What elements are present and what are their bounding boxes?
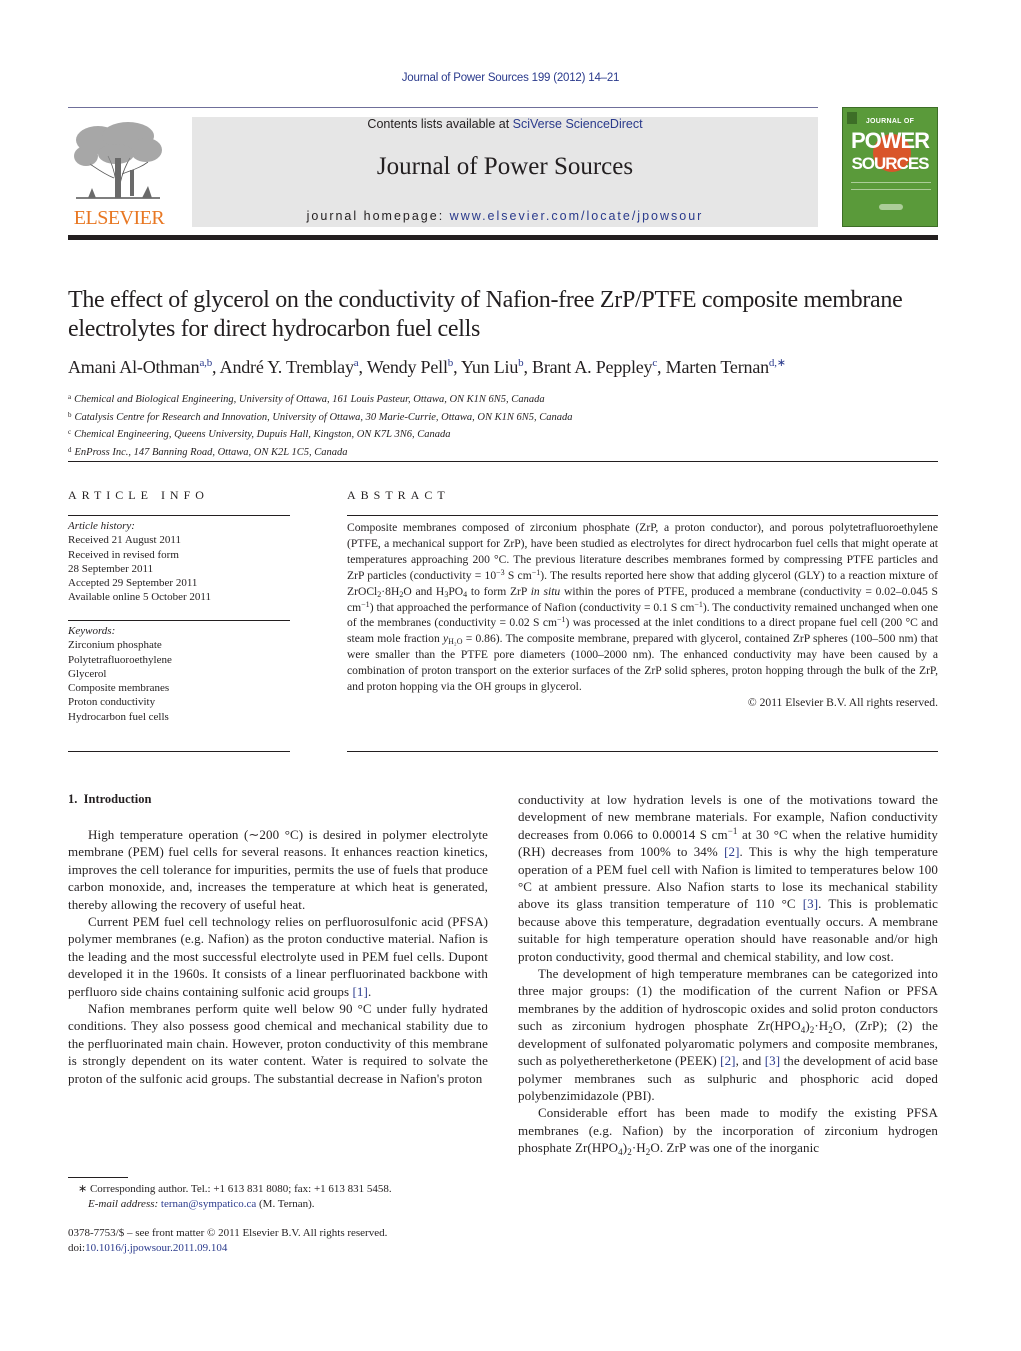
keyword: Glycerol — [68, 667, 107, 680]
article-title: The effect of glycerol on the conductivi… — [68, 287, 903, 342]
cover-line1: JOURNAL OF — [865, 118, 915, 125]
section-heading-introduction: 1. Introduction — [68, 792, 152, 806]
abstract-paragraph: Composite membranes composed of zirconiu… — [347, 521, 939, 694]
abstract-heading: ABSTRACT — [347, 488, 450, 502]
front-matter: 0378-7753/$ – see front matter © 2011 El… — [68, 1226, 508, 1256]
author-list: Amani Al-Othmana,b, André Y. Tremblaya, … — [68, 357, 786, 377]
body-paragraph: Current PEM fuel cell technology relies … — [68, 914, 488, 999]
footnote-rule — [68, 1177, 128, 1178]
journal-cover-thumbnail[interactable]: JOURNAL OF POWER SOURCES — [842, 107, 938, 227]
keyword: Hydrocarbon fuel cells — [68, 710, 169, 723]
journal-name: Journal of Power Sources — [376, 153, 634, 180]
keyword: Polytetrafluoroethylene — [68, 653, 172, 666]
affiliation: a Chemical and Biological Engineering, Un… — [68, 393, 545, 405]
keyword: Composite membranes — [68, 682, 170, 695]
author-name: André Y. Tremblay — [219, 357, 354, 377]
contents-line: Contents lists available at SciVerse Sci… — [192, 117, 818, 131]
footnote-star: ∗ — [78, 1183, 88, 1195]
cover-logo — [879, 204, 903, 210]
author-name: Amani Al-Othman — [68, 357, 200, 377]
author-name: Brant A. Peppley — [532, 357, 653, 377]
history-item: Received in revised form — [68, 548, 179, 561]
affiliation-mark[interactable]: b — [518, 357, 524, 369]
homepage-prefix: journal homepage: — [306, 209, 450, 223]
journal-masthead: Contents lists available at SciVerse Sci… — [192, 117, 818, 227]
elsevier-tree-icon — [74, 122, 162, 199]
affiliations: a Chemical and Biological Engineering, Un… — [68, 390, 938, 460]
affiliation-mark[interactable]: a — [354, 357, 359, 369]
footnote-email: E-mail address: ternan@sympatico.ca (M. … — [88, 1198, 315, 1210]
journal-homepage-link[interactable]: www.elsevier.com/locate/jpowsour — [450, 209, 704, 223]
doi-line: doi:10.1016/j.jpowsour.2011.09.104 — [68, 1242, 228, 1254]
body-paragraph: High temperature operation (∼200 °C) is … — [68, 827, 488, 912]
reference-link[interactable]: [2] — [720, 1053, 735, 1068]
reference-link[interactable]: [3] — [765, 1053, 780, 1068]
sciencedirect-link[interactable]: SciVerse ScienceDirect — [513, 117, 643, 131]
abstract-rule — [347, 515, 938, 516]
history-item: Accepted 29 September 2011 — [68, 577, 198, 590]
cover-line2: POWER — [850, 128, 930, 153]
history-item: 28 September 2011 — [68, 562, 154, 575]
body-paragraph: conductivity at low hydration levels is … — [518, 792, 938, 964]
corresponding-author-footnote: ∗ Corresponding author. Tel.: +1 613 831… — [78, 1182, 498, 1212]
author-name: Wendy Pell — [366, 357, 448, 377]
reference-link[interactable]: [1] — [352, 984, 367, 999]
affiliation: c Chemical Engineering, Queens University… — [68, 428, 451, 440]
affiliation-mark[interactable]: c — [652, 357, 657, 369]
keyword: Proton conductivity — [68, 696, 156, 709]
cover-subtitle-lines — [851, 182, 931, 190]
running-head[interactable]: Journal of Power Sources 199 (2012) 14–2… — [0, 72, 1021, 84]
abstract-bottom-rule — [347, 751, 938, 752]
abstract-text: Composite membranes composed of zirconiu… — [347, 520, 938, 711]
affiliation-mark[interactable]: a,b — [199, 357, 212, 369]
masthead-bottom-rule — [68, 235, 938, 240]
doi-link[interactable]: 10.1016/j.jpowsour.2011.09.104 — [85, 1242, 227, 1254]
affiliation-mark[interactable]: d,∗ — [769, 357, 786, 369]
elsevier-logo[interactable]: ELSEVIER — [68, 118, 170, 230]
author-name: Marten Ternan — [665, 357, 769, 377]
article-info-heading: ARTICLE INFO — [68, 488, 209, 502]
issn-copyright: 0378-7753/$ – see front matter © 2011 El… — [68, 1227, 388, 1239]
keyword: Zirconium phosphate — [68, 639, 162, 652]
article-info-bottom-rule — [68, 751, 290, 752]
article-info-rule — [68, 515, 290, 516]
keywords-label: Keywords: — [68, 625, 116, 637]
email-link[interactable]: ternan@sympatico.ca — [161, 1198, 256, 1210]
article-history-label: Article history: — [68, 520, 135, 532]
body-column-left: High temperature operation (∼200 °C) is … — [68, 826, 488, 1087]
affiliation-mark[interactable]: b — [448, 357, 454, 369]
history-item: Received 21 August 2011 — [68, 534, 181, 547]
affiliation: d EnPross Inc., 147 Banning Road, Ottawa,… — [68, 445, 348, 458]
keywords-rule — [68, 620, 290, 621]
footnote-contact: ∗ Corresponding author. Tel.: +1 613 831… — [78, 1183, 392, 1195]
author-name: Yun Liu — [461, 357, 519, 377]
body-paragraph: Nafion membranes perform quite well belo… — [68, 1001, 488, 1086]
reference-link[interactable]: [2] — [724, 844, 739, 859]
cover-line3: SOURCES — [851, 154, 929, 173]
elsevier-wordmark: ELSEVIER — [73, 207, 165, 229]
body-paragraph: Considerable effort has been made to mod… — [518, 1105, 938, 1158]
article-history: Article history: Received 21 August 2011… — [68, 519, 290, 605]
body-paragraph: The development of high temperature memb… — [518, 966, 939, 1103]
journal-homepage-line: journal homepage: www.elsevier.com/locat… — [192, 209, 818, 223]
affiliation: b Catalysis Centre for Research and Innov… — [68, 410, 573, 423]
history-item: Available online 5 October 2011 — [68, 591, 211, 604]
contents-prefix: Contents lists available at — [367, 117, 513, 131]
body-column-right: conductivity at low hydration levels is … — [518, 791, 938, 1157]
header-rule — [68, 107, 818, 108]
abstract-copyright: © 2011 Elsevier B.V. All rights reserved… — [747, 695, 938, 709]
keywords: Keywords: Zirconium phosphate Polytetraf… — [68, 624, 290, 724]
title-block-rule — [68, 461, 938, 462]
reference-link[interactable]: [3] — [803, 896, 818, 911]
